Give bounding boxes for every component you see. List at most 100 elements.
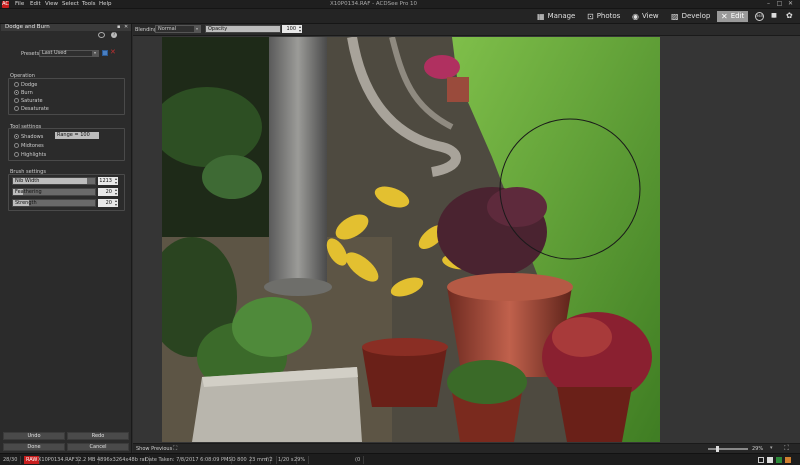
radio-burn[interactable] xyxy=(14,90,19,95)
edit-icon: ✕ xyxy=(721,12,728,21)
mode-manage[interactable]: ▦ Manage xyxy=(537,11,575,22)
mode-toolbar: ▦ Manage ⊡ Photos ◉ View ▨ Develop ✕ Edi… xyxy=(0,9,800,24)
zoom-dropdown-icon[interactable]: ▾ xyxy=(770,445,773,451)
menu-help[interactable]: Help xyxy=(99,1,112,7)
chevron-down-icon: ▾ xyxy=(194,26,200,32)
status-zoom: 29% xyxy=(294,456,310,464)
range-label: Range = 100 xyxy=(57,132,90,138)
zoom-value: 29% xyxy=(752,446,764,452)
365-badge-icon[interactable]: 365 xyxy=(755,12,764,21)
dodge-burn-panel: Dodge and Burn ▪ ✕ ? Presets Last Used ▾… xyxy=(0,24,132,453)
nib-width-slider[interactable]: Nib Width xyxy=(12,177,96,185)
help-icon[interactable]: ? xyxy=(111,32,117,38)
radio-desaturate[interactable] xyxy=(14,106,19,111)
fullscreen-icon[interactable] xyxy=(767,457,773,463)
status-filename: X10P0134.RAF xyxy=(38,456,79,464)
status-filesize: 32.2 MB xyxy=(75,456,100,464)
window-title: X10P0134.RAF - ACDSee Pro 10 xyxy=(330,1,418,7)
spinner-icon[interactable]: ▴ ▾ xyxy=(115,199,117,207)
show-previous-button[interactable]: Show Previous xyxy=(136,446,172,452)
mode-edit[interactable]: ✕ Edit xyxy=(717,11,749,22)
fit-screen-icon[interactable]: ⛶ xyxy=(173,445,177,453)
spinner-icon[interactable]: ▴ ▾ xyxy=(299,25,301,33)
strength-label: Strength xyxy=(15,200,37,206)
radio-highlights-label: Highlights xyxy=(21,152,47,158)
reset-icon[interactable] xyxy=(98,32,105,38)
histogram-icon[interactable]: ▮▮▮ xyxy=(771,12,777,19)
mode-label: Manage xyxy=(547,12,576,20)
feathering-value: 20 xyxy=(105,189,112,195)
pin-icon[interactable]: ▪ xyxy=(117,24,120,30)
close-button[interactable]: ✕ xyxy=(786,0,795,8)
maximize-button[interactable]: □ xyxy=(775,0,784,8)
mode-develop[interactable]: ▨ Develop xyxy=(671,11,710,22)
nib-width-input[interactable]: 1213 ▴ ▾ xyxy=(98,177,118,185)
garden-photo xyxy=(162,37,660,442)
radio-midtones-label: Midtones xyxy=(21,143,44,149)
done-button[interactable]: Done xyxy=(3,443,65,451)
zoom-slider-handle[interactable] xyxy=(716,446,719,452)
title-bar: AC File Edit View Select Tools Help X10P… xyxy=(0,0,800,9)
spinner-icon[interactable]: ▴ ▾ xyxy=(115,188,117,196)
spinner-icon[interactable]: ▴ ▾ xyxy=(115,177,117,185)
menu-select[interactable]: Select xyxy=(62,1,79,7)
strength-input[interactable]: 20 ▴ ▾ xyxy=(98,199,118,207)
palette-icon[interactable]: ✿ xyxy=(786,11,793,20)
minimize-button[interactable]: – xyxy=(764,0,773,8)
redo-button[interactable]: Redo xyxy=(67,432,129,440)
mode-photos[interactable]: ⊡ Photos xyxy=(587,11,620,22)
view-icon: ◉ xyxy=(632,12,639,21)
mode-label: Develop xyxy=(681,12,711,20)
presets-label: Presets xyxy=(21,51,40,57)
panel-close-icon[interactable]: ✕ xyxy=(124,24,128,30)
radio-shadows[interactable] xyxy=(14,134,19,139)
presets-dropdown[interactable]: Last Used ▾ xyxy=(39,50,99,57)
canvas-bottom-bar: Show Previous ⛶ 29% ▾ ⛶ xyxy=(133,443,800,453)
feathering-slider[interactable]: Feathering xyxy=(12,188,96,196)
opacity-input[interactable]: 100 ▴ ▾ xyxy=(282,25,302,33)
color-label-icon[interactable] xyxy=(785,457,791,463)
mode-view[interactable]: ◉ View xyxy=(632,11,659,22)
menu-tools[interactable]: Tools xyxy=(82,1,96,7)
blending-dropdown[interactable]: Normal ▾ xyxy=(155,25,201,33)
undo-button[interactable]: Undo xyxy=(3,432,65,440)
nib-width-value: 1213 xyxy=(99,178,112,184)
feathering-input[interactable]: 20 ▴ ▾ xyxy=(98,188,118,196)
cancel-button[interactable]: Cancel xyxy=(67,443,129,451)
view-mode-icon[interactable] xyxy=(758,457,764,463)
mode-label: Edit xyxy=(730,12,745,20)
photos-icon: ⊡ xyxy=(587,12,594,21)
radio-dodge-label: Dodge xyxy=(21,82,38,88)
radio-highlights[interactable] xyxy=(14,152,19,157)
status-count: 28/30 xyxy=(3,456,22,464)
save-preset-icon[interactable] xyxy=(102,50,108,56)
fit-icon[interactable]: ⛶ xyxy=(784,444,789,453)
radio-dodge[interactable] xyxy=(14,82,19,87)
delete-preset-icon[interactable]: ✕ xyxy=(110,49,116,56)
opacity-value: 100 xyxy=(286,26,296,32)
info-icon[interactable] xyxy=(776,457,782,463)
nib-width-label: Nib Width xyxy=(15,178,40,184)
app-window: AC File Edit View Select Tools Help X10P… xyxy=(0,0,800,465)
radio-desaturate-label: Desaturate xyxy=(21,106,49,112)
opacity-slider[interactable]: Opacity xyxy=(205,25,281,33)
zoom-slider[interactable] xyxy=(708,446,748,452)
strength-value: 20 xyxy=(105,200,112,206)
radio-midtones[interactable] xyxy=(14,143,19,148)
feathering-label: Feathering xyxy=(15,189,42,195)
radio-saturate[interactable] xyxy=(14,98,19,103)
menu-file[interactable]: File xyxy=(15,1,24,7)
menu-edit[interactable]: Edit xyxy=(30,1,41,7)
strength-slider[interactable]: Strength xyxy=(12,199,96,207)
status-dimensions: 4896x3264x48b raf xyxy=(97,456,151,464)
range-slider[interactable]: Range = 100 xyxy=(55,132,99,139)
photo-image[interactable] xyxy=(162,37,660,442)
panel-title: Dodge and Burn xyxy=(1,24,131,31)
status-bar: 28/30 RAW X10P0134.RAF 32.2 MB 4896x3264… xyxy=(0,453,800,465)
chevron-down-icon: ▾ xyxy=(92,51,98,56)
status-aperture: f/2 xyxy=(266,456,277,464)
mode-label: View xyxy=(641,12,659,20)
menu-view[interactable]: View xyxy=(45,1,58,7)
radio-saturate-label: Saturate xyxy=(21,98,43,104)
status-date-taken: Date Taken: 7/8/2017 6:08:09 PM xyxy=(145,456,233,464)
